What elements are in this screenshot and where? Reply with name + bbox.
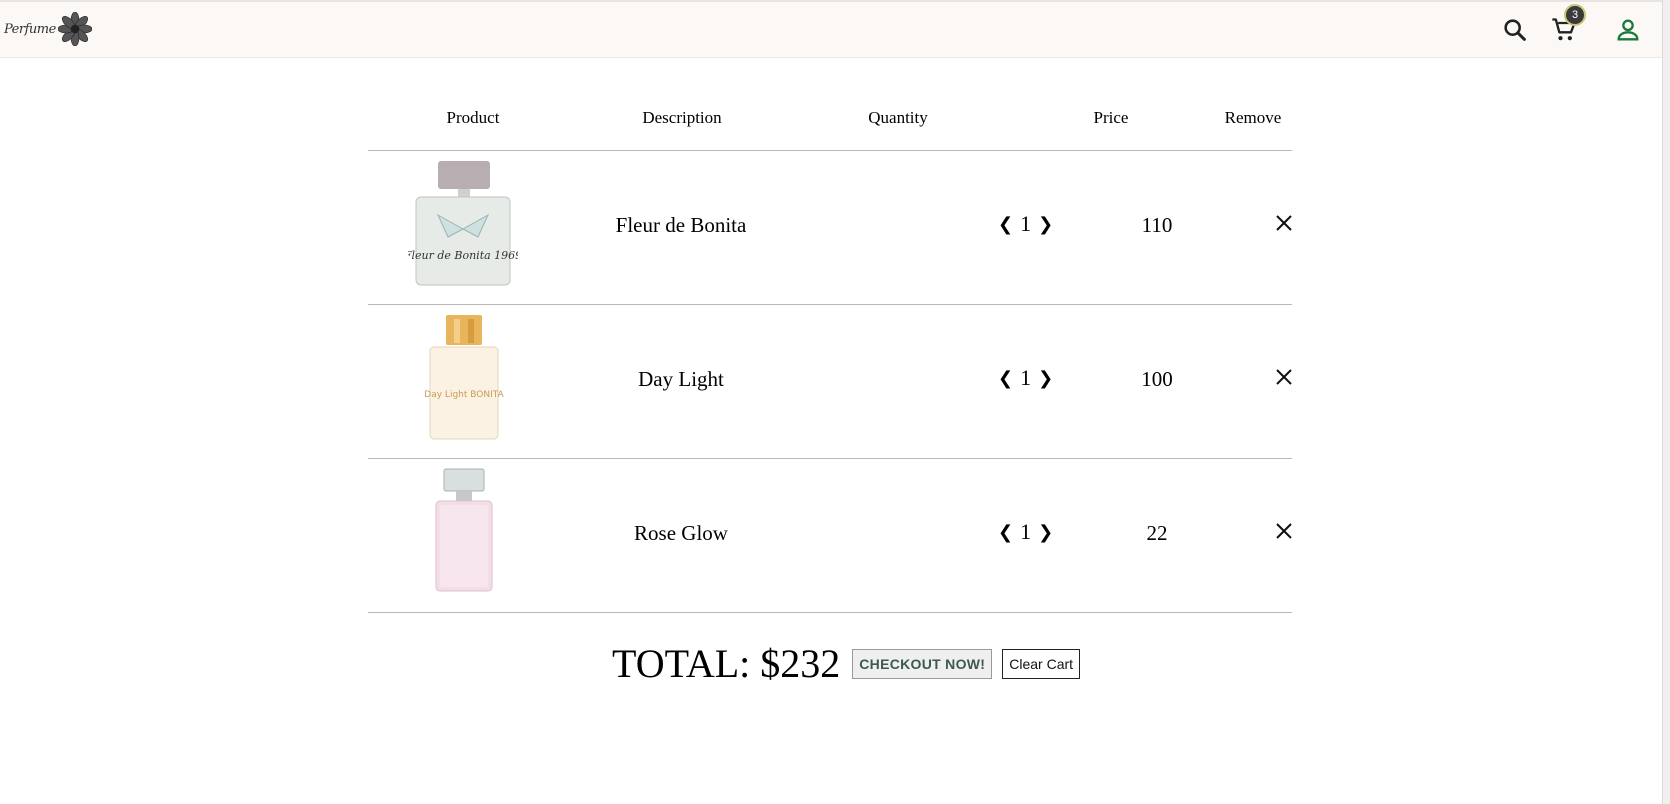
cart-total: TOTAL: $232 [612, 641, 841, 686]
header-product: Product [446, 108, 500, 127]
product-description: Rose Glow [634, 521, 728, 545]
quantity-stepper: ❮ 1 ❯ [998, 365, 1053, 391]
header-price: Price [1093, 108, 1129, 127]
remove-item-icon[interactable] [1275, 214, 1293, 232]
cart-table: Product Description Quantity Price Remov… [368, 88, 1292, 613]
remove-item-icon[interactable] [1275, 522, 1293, 540]
flower-logo-icon [57, 12, 92, 46]
cart-count-badge: 3 [1564, 4, 1586, 26]
table-row: Day Light BONITA Day Light ❮ 1 ❯ 100 [368, 305, 1292, 459]
remove-item-icon[interactable] [1275, 368, 1293, 386]
product-description: Day Light [638, 367, 724, 391]
decrease-quantity-icon[interactable]: ❮ [998, 214, 1013, 235]
header-description: Description [642, 108, 722, 127]
header-remove: Remove [1224, 108, 1282, 127]
quantity-value: 1 [1020, 519, 1032, 544]
decrease-quantity-icon[interactable]: ❮ [998, 522, 1013, 543]
product-description: Fleur de Bonita [615, 213, 747, 237]
quantity-stepper: ❮ 1 ❯ [998, 211, 1053, 237]
quantity-stepper: ❮ 1 ❯ [998, 519, 1053, 545]
checkout-button[interactable]: CHECKOUT NOW! [852, 648, 993, 679]
table-header: Product Description Quantity Price Remov… [368, 88, 1292, 151]
table-row: Rose Glow ❮ 1 ❯ 22 [368, 459, 1292, 613]
table-row: Fleur de Bonita 1969 Fleur de Bonita ❮ 1… [368, 151, 1292, 305]
product-price: 100 [1141, 367, 1173, 391]
increase-quantity-icon[interactable]: ❯ [1038, 368, 1053, 389]
header-quantity: Quantity [868, 108, 928, 127]
clear-cart-button[interactable]: Clear Cart [1002, 648, 1081, 679]
product-price: 22 [1146, 521, 1168, 545]
decrease-quantity-icon[interactable]: ❮ [998, 368, 1013, 389]
vertical-scrollbar[interactable] [1662, 0, 1670, 804]
product-image-fleur-de-bonita[interactable]: Fleur de Bonita 1969 [408, 159, 518, 291]
product-image-day-light[interactable]: Day Light BONITA [408, 313, 518, 445]
site-logo[interactable]: Perfume [4, 12, 92, 46]
user-account-icon[interactable] [1614, 16, 1642, 44]
cart-total-area: TOTAL: $232 CHECKOUT NOW! Clear Cart [612, 640, 1081, 687]
bottle-label: Day Light BONITA [424, 390, 504, 400]
quantity-value: 1 [1020, 211, 1032, 236]
top-navbar: Perfume 3 [0, 0, 1662, 58]
increase-quantity-icon[interactable]: ❯ [1038, 522, 1053, 543]
increase-quantity-icon[interactable]: ❯ [1038, 214, 1053, 235]
product-image-rose-glow[interactable] [408, 467, 518, 599]
quantity-value: 1 [1020, 365, 1032, 390]
bottle-label: Fleur de Bonita 1969 [408, 249, 518, 262]
logo-text: Perfume [4, 21, 56, 37]
product-price: 110 [1141, 213, 1173, 237]
search-icon[interactable] [1501, 16, 1529, 44]
